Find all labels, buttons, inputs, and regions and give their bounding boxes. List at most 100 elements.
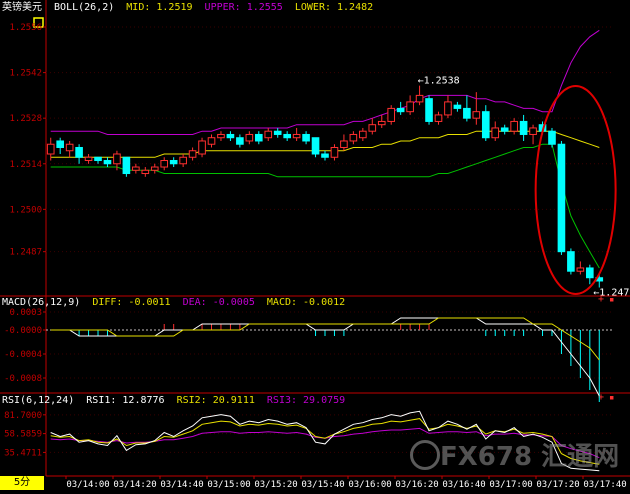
candle-body <box>245 133 254 142</box>
x-tick-label-6: 03/16:00 <box>348 480 391 490</box>
candle-body <box>150 166 159 171</box>
candle-body <box>207 137 216 145</box>
candle-body <box>321 153 329 158</box>
candle-body <box>254 133 263 142</box>
x-tick-label-10: 03/17:20 <box>536 480 579 490</box>
macd-ytick-label-2: -0.0004 <box>4 350 42 360</box>
candle-body <box>217 133 225 139</box>
candle-body <box>132 166 140 171</box>
macd-panel-header: MACD(26,12,9) DIFF: -0.0011 DEA: -0.0005… <box>2 297 351 309</box>
candle-body <box>264 130 273 139</box>
candle-body <box>65 143 74 152</box>
candle-body <box>46 143 55 155</box>
main-ytick-label-1: 1.2542 <box>9 69 42 79</box>
rsi-ytick-label-1: 58.5859 <box>4 430 42 440</box>
symbol-label: 英镑美元 <box>2 2 42 13</box>
main-ytick-label-2: 1.2528 <box>9 114 42 124</box>
boll-upper-line <box>50 29 600 135</box>
boll-lower-line <box>50 143 600 269</box>
candle-body <box>340 140 348 148</box>
x-tick-label-2: 03/14:40 <box>160 480 203 490</box>
macd-dea-value: DEA: -0.0005 <box>182 297 255 308</box>
macd-ytick-label-3: -0.0008 <box>4 374 42 384</box>
candle-body <box>453 104 462 109</box>
candle-body <box>387 107 396 122</box>
rsi3-value: RSI3: 29.0759 <box>266 395 346 406</box>
candle-body <box>169 160 178 165</box>
candle-body <box>472 111 481 119</box>
boll-mid-value: MID: 1.2519 <box>126 2 193 13</box>
x-tick-label-5: 03/15:40 <box>301 480 344 490</box>
candle-body <box>198 140 206 155</box>
candle-body <box>188 150 197 158</box>
watermark: FX678 汇通网 <box>440 442 620 472</box>
candle-body <box>519 120 528 135</box>
main-ytick-label-5: 1.2487 <box>9 248 42 258</box>
candle-body <box>481 111 490 139</box>
macd-macd-value: MACD: -0.0012 <box>266 297 346 308</box>
main-ytick-label-0: 1.2556 <box>9 23 42 33</box>
candle-body <box>283 133 291 139</box>
rsi-panel-header: RSI(6,12,24) RSI1: 12.8776 RSI2: 20.9111… <box>2 395 351 407</box>
x-tick-label-11: 03/17:40 <box>583 480 626 490</box>
macd-indicator-label: MACD(26,12,9) <box>2 297 81 308</box>
timeframe-badge[interactable]: 5分 <box>0 476 44 490</box>
x-tick-label-7: 03/16:20 <box>395 480 438 490</box>
macd-diff-value: DIFF: -0.0011 <box>92 297 171 308</box>
candle-body <box>548 130 556 145</box>
candle-body <box>576 267 585 272</box>
x-tick-label-8: 03/16:40 <box>442 480 485 490</box>
macd-diff-line <box>50 317 600 397</box>
candle-body <box>94 156 102 162</box>
candle-body <box>122 156 131 175</box>
candle-body <box>226 133 235 139</box>
candle-body <box>425 98 433 122</box>
candle-body <box>444 101 452 116</box>
rsi-ytick-label-0: 81.7000 <box>4 411 42 421</box>
candle-body <box>113 153 121 165</box>
boll-lower-value: LOWER: 1.2482 <box>294 2 374 13</box>
candle-body <box>103 160 112 165</box>
main-panel-header: 英镑美元 BOLL(26,2) MID: 1.2519 UPPER: 1.255… <box>2 2 379 14</box>
candle-body <box>415 94 424 103</box>
main-ytick-label-4: 1.2500 <box>9 205 42 215</box>
macd-ytick-label-1: -0.0000 <box>4 326 42 336</box>
candle-body <box>179 156 187 165</box>
rsi-indicator-label: RSI(6,12,24) <box>2 395 75 406</box>
candle-body <box>463 107 471 119</box>
x-tick-label-4: 03/15:20 <box>254 480 297 490</box>
boll-indicator-label: BOLL(26,2) <box>54 2 115 13</box>
rsi1-value: RSI1: 12.8776 <box>86 395 165 406</box>
candle-body <box>510 120 518 132</box>
main-ytick-label-3: 1.2514 <box>9 160 42 170</box>
candle-body <box>236 137 244 145</box>
candle-body <box>292 133 301 139</box>
candle-body <box>434 114 443 122</box>
rsi2-value: RSI2: 20.9111 <box>176 395 255 406</box>
candle-body <box>359 130 367 139</box>
candle-body <box>557 143 566 253</box>
candle-body <box>377 120 386 126</box>
candle-body <box>311 137 320 155</box>
candle-body <box>75 146 83 158</box>
candle-body <box>349 133 358 142</box>
chart-canvas: + ▪+ ▪1.25561.25421.25281.25141.25001.2487… <box>0 0 630 490</box>
low-price-annotation: ←1.2476 <box>593 287 630 298</box>
chart-stage: + ▪ + ▪ 1.2556 1.2542 1.2528 1.2514 1.2500 1.2487… <box>0 0 630 490</box>
high-price-annotation: ←1.2538 <box>418 76 460 87</box>
x-tick-label-3: 03/15:00 <box>207 480 250 490</box>
candle-body <box>330 146 339 158</box>
x-tick-label-0: 03/14:00 <box>66 480 109 490</box>
candle-body <box>500 127 509 132</box>
candle-body <box>141 169 150 175</box>
candle-body <box>529 127 537 135</box>
candle-body <box>84 156 93 162</box>
candle-body <box>567 251 575 272</box>
x-tick-label-1: 03/14:20 <box>113 480 156 490</box>
candle-body <box>406 101 414 113</box>
candle-body <box>273 130 282 135</box>
x-tick-label-9: 03/17:00 <box>489 480 532 490</box>
candle-body <box>56 140 64 148</box>
boll-upper-value: UPPER: 1.2555 <box>204 2 283 13</box>
macd-ytick-label-0: 0.0003 <box>9 308 42 318</box>
